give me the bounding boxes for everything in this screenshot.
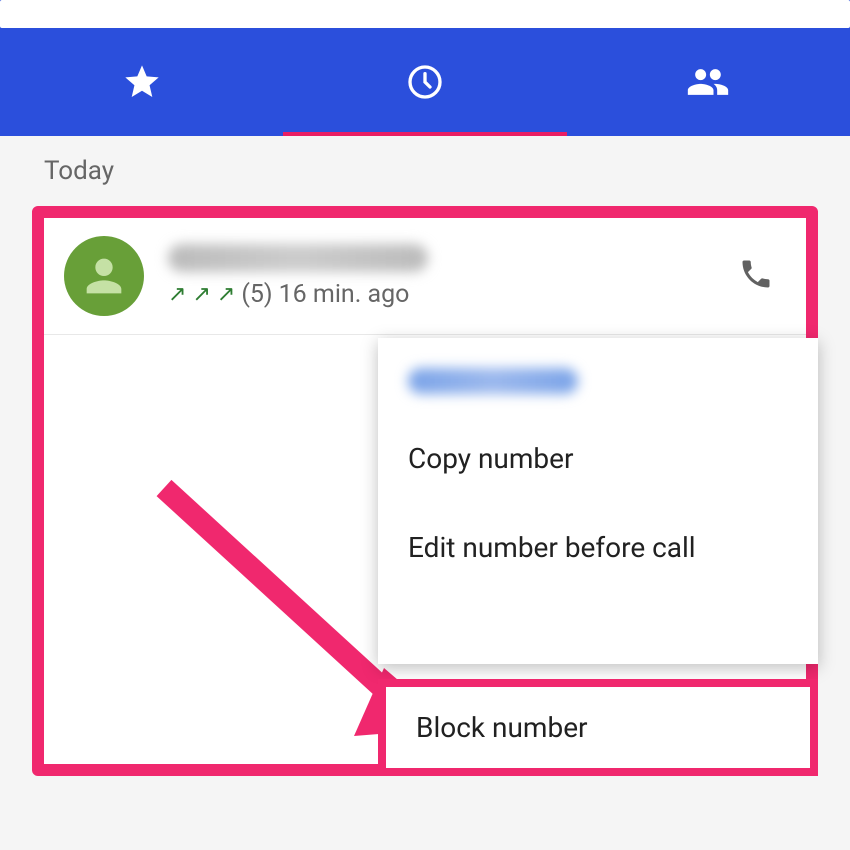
outgoing-arrow-icon: ↗ (217, 282, 235, 307)
menu-item-copy-number[interactable]: Copy number (378, 414, 818, 503)
menu-item-block-number[interactable]: Block number (378, 679, 818, 776)
star-icon (122, 62, 162, 102)
tab-contacts[interactable] (567, 28, 850, 136)
contact-avatar (64, 236, 144, 316)
app-header (0, 0, 850, 136)
clock-icon (405, 62, 445, 102)
outgoing-arrow-icon: ↗ (168, 282, 186, 307)
call-count: (5) (241, 280, 272, 309)
outgoing-arrow-icon: ↗ (192, 282, 210, 307)
call-log-entry[interactable]: ↗ ↗ ↗ (5) 16 min. ago (44, 218, 806, 335)
tab-indicator (283, 132, 566, 136)
tab-bar (0, 28, 850, 136)
content-area: Today ↗ ↗ ↗ (5) 16 min. ago (0, 136, 850, 796)
context-menu: Copy number Edit number before call (378, 338, 818, 664)
call-button[interactable] (726, 244, 786, 308)
person-icon (78, 250, 130, 302)
contact-name-redacted (168, 244, 428, 272)
menu-number-redacted (408, 368, 578, 394)
section-label: Today (44, 156, 818, 186)
tab-favorites[interactable] (0, 28, 283, 136)
tab-recent[interactable] (283, 28, 566, 136)
people-icon (686, 60, 730, 104)
call-time: 16 min. ago (279, 280, 410, 309)
phone-icon (738, 256, 774, 292)
call-meta: ↗ ↗ ↗ (5) 16 min. ago (168, 280, 726, 309)
highlight-annotation-box: ↗ ↗ ↗ (5) 16 min. ago Copy number Edit n… (32, 206, 818, 776)
menu-header (378, 338, 818, 414)
search-bar[interactable] (0, 0, 850, 28)
call-info: ↗ ↗ ↗ (5) 16 min. ago (168, 244, 726, 309)
menu-item-edit-number[interactable]: Edit number before call (378, 503, 818, 592)
